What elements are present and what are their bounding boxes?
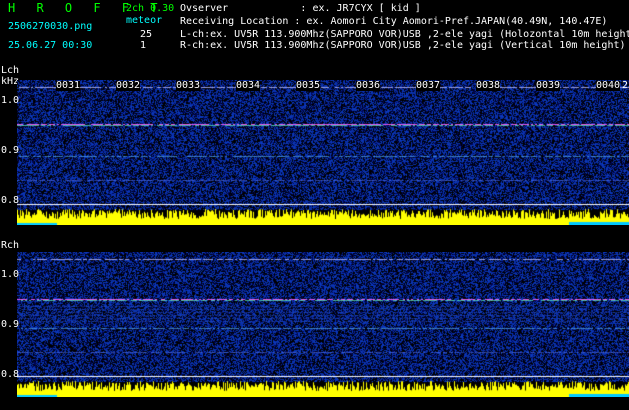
lch-line: L-ch:ex. UV5R 113.900Mhz(SAPPORO VOR)USB… bbox=[180, 29, 629, 40]
rch-tick-1-0: 1.0 bbox=[1, 269, 20, 280]
lch-tick-0-8: 0.8 bbox=[1, 195, 20, 206]
location-line: Receiving Location : ex. Aomori City Aom… bbox=[180, 16, 608, 27]
lch-spectrogram bbox=[17, 80, 629, 225]
rch-spectrogram bbox=[17, 252, 629, 397]
mode-label: 2ch 0.30 bbox=[126, 3, 175, 14]
rch-tick-0-9: 0.9 bbox=[1, 319, 20, 330]
minute-mark: 0038 bbox=[476, 80, 501, 91]
minute-mark: 0040 bbox=[596, 80, 621, 91]
datetime: 25.06.27 00:30 bbox=[8, 40, 93, 51]
lch-label: Lch bbox=[1, 65, 20, 76]
minute-mark: 0034 bbox=[236, 80, 261, 91]
trailing-mark: 2 bbox=[622, 80, 629, 91]
filename: 2506270030.png bbox=[8, 21, 93, 32]
rch-tick-0-8: 0.8 bbox=[1, 369, 20, 380]
minute-mark: 0033 bbox=[176, 80, 201, 91]
lch-tick-0-9: 0.9 bbox=[1, 145, 20, 156]
minute-mark: 0031 bbox=[56, 80, 81, 91]
count-right: 1 bbox=[140, 40, 147, 51]
minute-mark: 0037 bbox=[416, 80, 441, 91]
lch-tick-1-0: 1.0 bbox=[1, 95, 20, 106]
rch-label: Rch bbox=[1, 240, 20, 251]
rch-line: R-ch:ex. UV5R 113.900Mhz(SAPPORO VOR)USB… bbox=[180, 40, 626, 51]
minute-mark: 0032 bbox=[116, 80, 141, 91]
minute-mark: 0035 bbox=[296, 80, 321, 91]
mode-sub-label: meteor bbox=[126, 15, 163, 26]
minute-mark: 0036 bbox=[356, 80, 381, 91]
count-left: 25 bbox=[140, 29, 153, 40]
observer-line: Ovserver : ex. JR7CYX [ kid ] bbox=[180, 3, 421, 14]
minute-mark: 0039 bbox=[536, 80, 561, 91]
